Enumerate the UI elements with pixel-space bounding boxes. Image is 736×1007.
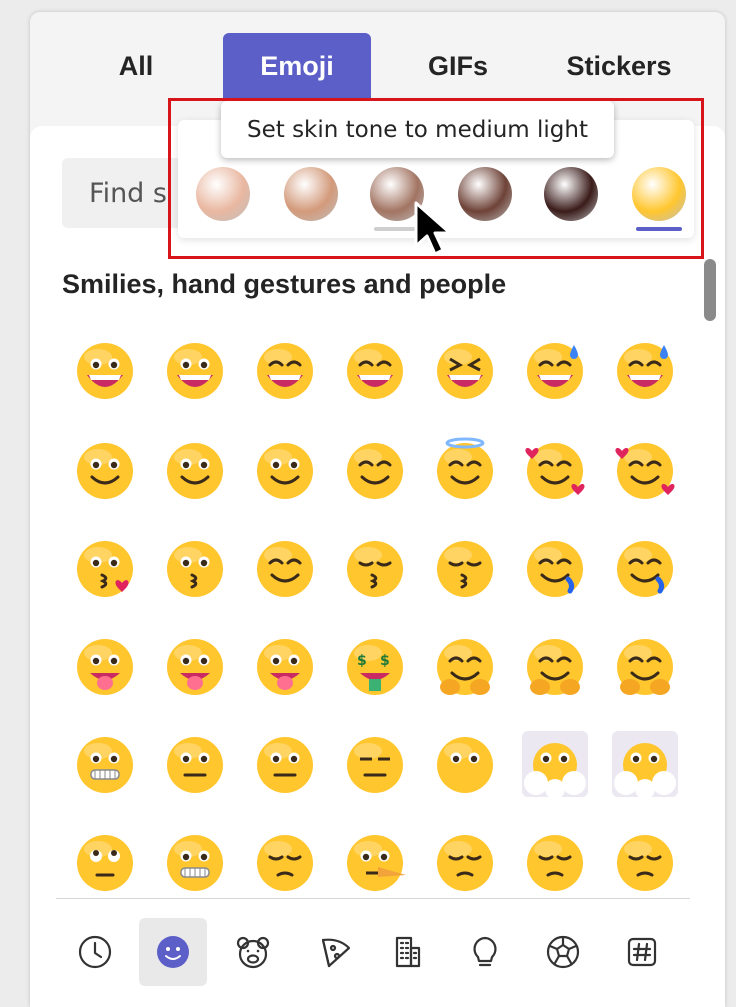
pizza-icon [321, 938, 351, 968]
svg-text:$: $ [380, 653, 390, 669]
emoji-grinning-squinting-face[interactable] [432, 337, 498, 403]
category-activities[interactable] [529, 918, 597, 986]
emoji-hugging-face[interactable] [432, 633, 498, 699]
emoji-pensive-face[interactable] [612, 829, 678, 895]
section-title: Smilies, hand gestures and people [62, 269, 507, 299]
emoji-pensive-face[interactable] [522, 829, 588, 895]
lightbulb-icon [473, 936, 497, 967]
tab-stickers[interactable]: Stickers [555, 33, 683, 99]
emoji-grinning-face-sweat[interactable] [522, 337, 588, 403]
scrollbar-thumb[interactable] [704, 259, 716, 321]
emoji-grinning-face[interactable] [72, 337, 138, 403]
emoji-smiling-face-hearts[interactable] [522, 437, 588, 503]
emoji-face-raised-eyebrow[interactable] [162, 731, 228, 797]
emoji-face-savoring-food[interactable] [522, 535, 588, 601]
emoji-relieved-face[interactable] [432, 829, 498, 895]
emoji-smiling-face[interactable] [252, 535, 318, 601]
emoji-grinning-face-sweat[interactable] [612, 337, 678, 403]
category-places[interactable] [372, 918, 440, 986]
emoji-beaming-face[interactable] [342, 337, 408, 403]
emoji-face-savoring-food[interactable] [612, 535, 678, 601]
emoji-zany-face[interactable] [162, 633, 228, 699]
search-placeholder: Find s [89, 177, 167, 209]
emoji-winking-face[interactable] [252, 437, 318, 503]
emoji-smiling-face-hearts[interactable] [612, 437, 678, 503]
hashtag-icon [627, 937, 657, 967]
emoji-grid: $ $ [40, 322, 700, 898]
emoji-grinning-face-big-eyes[interactable] [162, 337, 228, 403]
emoji-zipper-mouth-face[interactable] [72, 731, 138, 797]
category-food[interactable] [301, 918, 369, 986]
emoji-lying-face[interactable] [342, 829, 408, 895]
category-animals[interactable] [219, 918, 287, 986]
emoji-expressionless-face[interactable] [342, 731, 408, 797]
emoji-kissing-face-closed-eyes[interactable] [342, 535, 408, 601]
emoji-squinting-face-tongue[interactable] [252, 633, 318, 699]
category-objects[interactable] [451, 918, 519, 986]
category-divider [56, 898, 690, 899]
emoji-face-without-mouth[interactable] [432, 731, 498, 797]
emoji-neutral-face[interactable] [252, 731, 318, 797]
mouse-cursor-icon [414, 201, 452, 256]
category-smilies[interactable] [139, 918, 207, 986]
emoji-upside-down-face[interactable] [162, 437, 228, 503]
emoji-smiling-face-halo[interactable] [432, 437, 498, 503]
emoji-winking-face-tongue[interactable] [72, 633, 138, 699]
emoji-face-exhaling[interactable] [252, 829, 318, 895]
tab-all[interactable]: All [100, 33, 172, 99]
tab-emoji[interactable]: Emoji [223, 33, 371, 99]
category-symbols[interactable] [608, 918, 676, 986]
emoji-face-hand-over-mouth[interactable] [522, 633, 588, 699]
svg-text:$: $ [357, 653, 367, 669]
emoji-face-blowing-kiss[interactable] [72, 535, 138, 601]
emoji-face-rolling-eyes[interactable] [72, 829, 138, 895]
tab-gifs[interactable]: GIFs [410, 33, 506, 99]
soccer-ball-icon [546, 935, 580, 969]
emoji-face-in-clouds[interactable] [522, 731, 588, 797]
emoji-money-mouth-face[interactable]: $ $ [342, 633, 408, 699]
smiley-icon [157, 936, 189, 968]
emoji-face-in-clouds[interactable] [612, 731, 678, 797]
emoji-smiling-face-smiling-eyes[interactable] [342, 437, 408, 503]
building-icon [395, 936, 421, 968]
emoji-face-hand-over-mouth[interactable] [612, 633, 678, 699]
emoji-kissing-face[interactable] [162, 535, 228, 601]
emoji-grimacing-face[interactable] [162, 829, 228, 895]
emoji-kissing-face-smiling-eyes[interactable] [432, 535, 498, 601]
emoji-grinning-face-smiling-eyes[interactable] [252, 337, 318, 403]
emoji-slightly-smiling-face[interactable] [72, 437, 138, 503]
category-recent[interactable] [61, 918, 129, 986]
clock-icon [78, 935, 112, 969]
bear-icon [236, 936, 270, 969]
